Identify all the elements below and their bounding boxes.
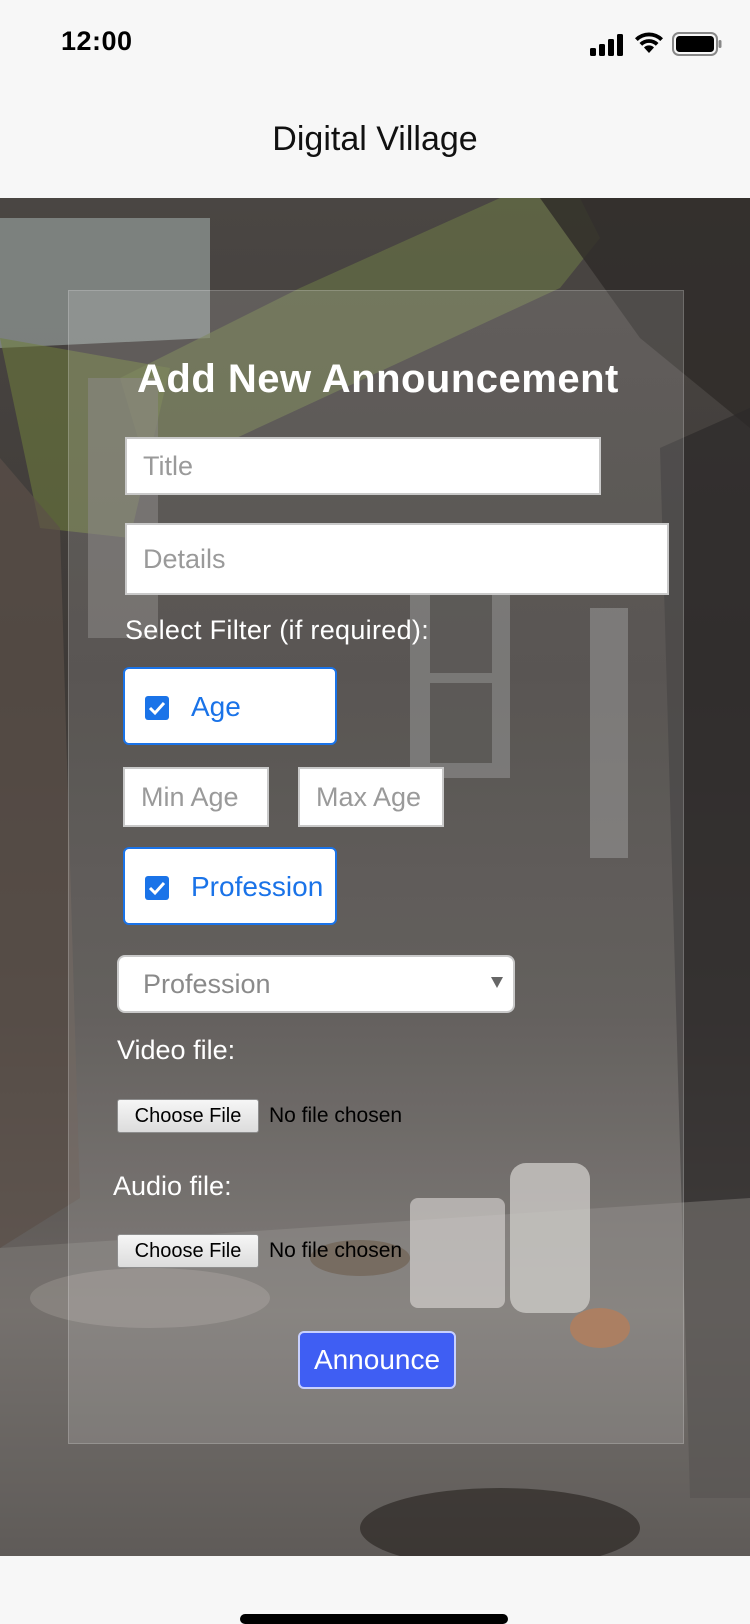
max-age-input[interactable] [298,767,444,827]
navigation-bar: Digital Village [0,88,750,198]
signal-icon [590,34,623,56]
status-bar: 12:00 [0,0,750,88]
app-title: Digital Village [272,120,478,158]
profession-filter-checkbox[interactable]: Profession [123,847,337,925]
announcement-form-panel: Add New Announcement Select Filter (if r… [68,290,684,1444]
profession-select-value: Profession [143,969,271,999]
video-choose-file-button[interactable]: Choose File [117,1099,259,1133]
filter-label: Select Filter (if required): [125,615,429,645]
audio-file-status: No file chosen [269,1239,403,1262]
video-file-label: Video file: [117,1035,236,1065]
age-filter-label: Age [191,691,241,722]
battery-icon [672,32,722,56]
home-bar-area [0,1556,750,1624]
background-photo: Add New Announcement Select Filter (if r… [0,198,750,1556]
checkbox-checked-icon[interactable] [145,696,169,720]
video-file-status: No file chosen [269,1104,403,1127]
form-title: Add New Announcement [137,357,619,401]
announce-button[interactable]: Announce [298,1331,456,1389]
chevron-down-icon [491,977,503,988]
profession-select[interactable]: Profession [117,955,515,1013]
title-input[interactable] [125,437,601,495]
wifi-icon [635,32,663,53]
audio-choose-file-button[interactable]: Choose File [117,1234,259,1268]
age-filter-checkbox[interactable]: Age [123,667,337,745]
checkbox-checked-icon[interactable] [145,876,169,900]
details-input[interactable] [125,523,669,595]
min-age-input[interactable] [123,767,269,827]
home-indicator[interactable] [240,1614,508,1624]
profession-filter-label: Profession [191,871,324,902]
audio-file-label: Audio file: [113,1171,232,1201]
status-time: 12:00 [61,26,133,56]
